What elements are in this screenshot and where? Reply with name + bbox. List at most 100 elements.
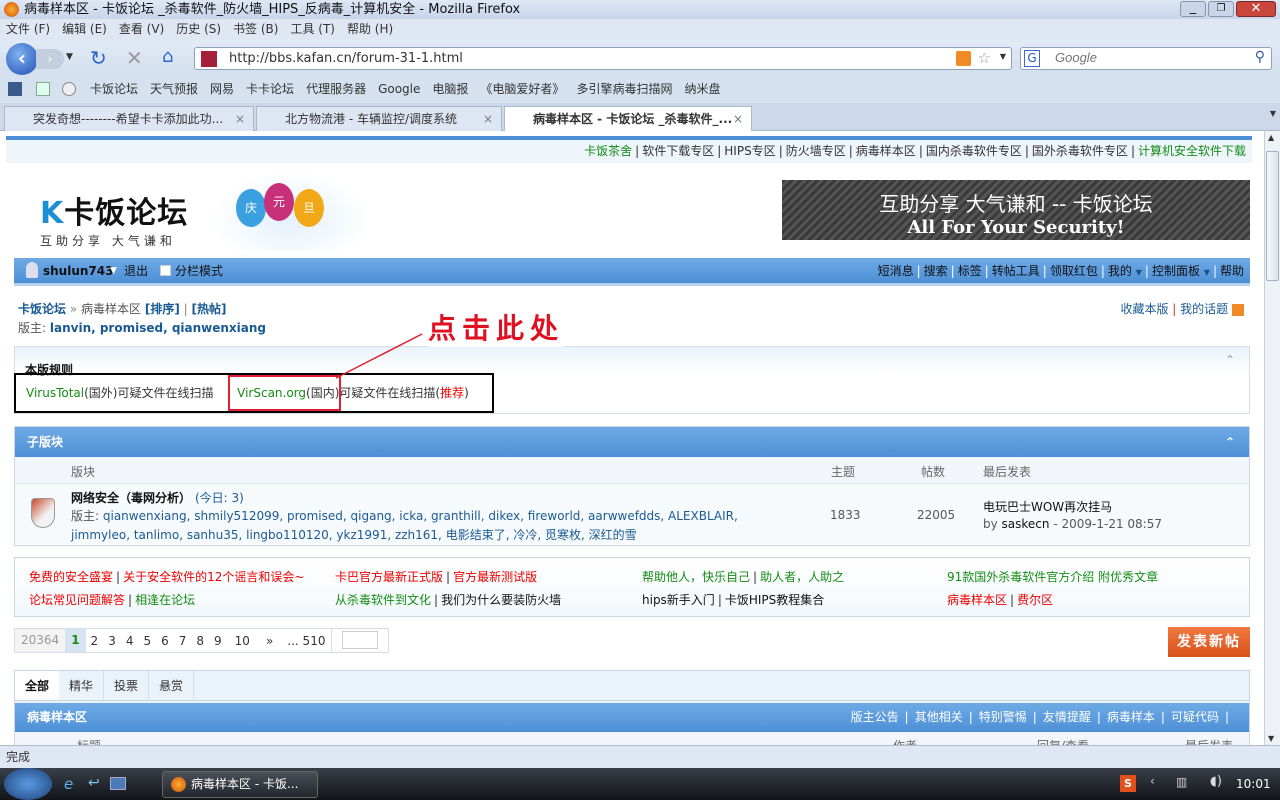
bookmark-google[interactable]: Google [378, 82, 420, 96]
featured-link[interactable]: 相逢在论坛 [135, 593, 195, 607]
volume-icon[interactable]: ◖) [1210, 774, 1222, 789]
last-post-user[interactable]: saskecn [1002, 517, 1050, 531]
vertical-scrollbar[interactable]: ▲ ▼ [1264, 131, 1280, 745]
bookmark-weather[interactable]: 天气预报 [150, 82, 198, 96]
menu-edit[interactable]: 编辑 (E) [62, 22, 107, 36]
page-link[interactable]: 3 [103, 634, 121, 648]
featured-link[interactable]: hips新手入门 [642, 593, 715, 607]
bookmark-cfan[interactable]: 《电脑爱好者》 [480, 82, 564, 96]
history-dropdown-icon[interactable]: ▼ [66, 52, 73, 62]
page-link[interactable]: 7 [174, 634, 192, 648]
user-dropdown-icon[interactable]: ▼ [110, 258, 117, 284]
page-link[interactable]: 6 [156, 634, 174, 648]
split-mode-label[interactable]: 分栏模式 [175, 258, 223, 284]
rss-icon[interactable] [956, 51, 971, 66]
link-control-panel[interactable]: 控制面板 [1152, 264, 1200, 278]
featured-link[interactable]: 从杀毒软件到文化 [335, 593, 431, 607]
control-panel-dropdown-icon[interactable]: ▼ [1204, 268, 1210, 277]
close-tab-icon[interactable]: × [733, 107, 743, 131]
featured-link[interactable]: 助人者，人助之 [760, 570, 844, 584]
bookmark-cpcw[interactable]: 电脑报 [432, 82, 468, 96]
filter-link[interactable]: 友情提醒 [1043, 710, 1091, 724]
topnav-link[interactable]: 软件下载专区 [642, 144, 714, 158]
banner-ad[interactable]: 互助分享 大气谦和 -- 卡饭论坛 All For Your Security! [782, 180, 1250, 240]
subforum-link[interactable]: 网络安全（毒网分析） [71, 489, 191, 506]
menu-help[interactable]: 帮助 (H) [347, 22, 393, 36]
filter-link[interactable]: 可疑代码 [1171, 710, 1219, 724]
url-text[interactable]: http://bbs.kafan.cn/forum-31-1.html [229, 51, 463, 66]
topnav-link[interactable]: 病毒样本区 [856, 144, 916, 158]
tray-expand-icon[interactable]: ‹ [1150, 774, 1155, 788]
link-tags[interactable]: 标签 [958, 264, 982, 278]
bookmark-namipan[interactable]: 纳米盘 [684, 82, 720, 96]
sogou-ime-icon[interactable]: S [1120, 775, 1136, 792]
mine-dropdown-icon[interactable]: ▼ [1136, 268, 1142, 277]
new-post-button[interactable]: 发表新帖 [1168, 627, 1250, 657]
tab-list-icon[interactable]: ▼ [1270, 109, 1276, 118]
bookmark-proxy[interactable]: 代理服务器 [306, 82, 366, 96]
next-page-link[interactable]: » [258, 634, 281, 648]
google-engine-icon[interactable]: G [1024, 50, 1040, 67]
filter-link[interactable]: 版主公告 [851, 710, 899, 724]
collapse-icon[interactable]: ⌃ [1225, 353, 1235, 367]
featured-link[interactable]: 卡饭HIPS教程集合 [725, 593, 824, 607]
tab-poll[interactable]: 投票 [104, 671, 150, 700]
scrollbar-thumb[interactable] [1266, 151, 1279, 281]
featured-link[interactable]: 免费的安全盛宴 [29, 570, 113, 584]
filter-link[interactable]: 特别警惕 [979, 710, 1027, 724]
stop-icon[interactable]: ✕ [126, 46, 143, 70]
featured-link[interactable]: 我们为什么要装防火墙 [441, 593, 561, 607]
bookmark-netease[interactable]: 网易 [210, 82, 234, 96]
history-icon[interactable] [62, 82, 76, 96]
menu-tools[interactable]: 工具 (T) [290, 22, 335, 36]
url-dropdown-icon[interactable]: ▼ [1000, 52, 1006, 61]
scroll-up-icon[interactable]: ▲ [1268, 133, 1274, 142]
topnav-link[interactable]: 卡饭茶舍 [584, 144, 632, 158]
topnav-link[interactable]: 国外杀毒软件专区 [1032, 144, 1128, 158]
tab-all[interactable]: 全部 [15, 671, 60, 700]
scroll-down-icon[interactable]: ▼ [1268, 734, 1274, 743]
close-window-button[interactable]: ✕ [1236, 1, 1276, 17]
url-bar[interactable]: http://bbs.kafan.cn/forum-31-1.html ☆ ▼ [194, 47, 1012, 70]
page-link[interactable]: 4 [121, 634, 139, 648]
subforum-moderators[interactable]: qianwenxiang, shmily512099, promised, qi… [71, 509, 738, 542]
featured-link[interactable]: 关于安全软件的12个谣言和误会~ [123, 570, 304, 584]
featured-link[interactable]: 论坛常见问题解答 [29, 593, 125, 607]
search-bar[interactable]: G ⚲ [1020, 47, 1272, 70]
minimize-button[interactable]: _ [1180, 1, 1206, 17]
reload-icon[interactable]: ↻ [90, 46, 107, 70]
close-tab-icon[interactable]: × [483, 107, 493, 131]
topnav-link[interactable]: 国内杀毒软件专区 [926, 144, 1022, 158]
page-link[interactable]: 10 [227, 634, 258, 648]
moderator-links[interactable]: lanvin, promised, qianwenxiang [50, 321, 266, 335]
tab-virus-samples[interactable]: 病毒样本区 - 卡饭论坛 _杀毒软件_... × [504, 106, 752, 131]
switch-windows-icon[interactable] [110, 777, 126, 790]
collapse-icon[interactable]: ⌃ [1225, 427, 1235, 457]
restore-button[interactable]: ❐ [1208, 1, 1234, 17]
topnav-link[interactable]: 防火墙专区 [786, 144, 846, 158]
sort-link[interactable]: [排序] [145, 302, 180, 316]
username[interactable]: shulun743 [43, 258, 113, 284]
network-icon[interactable]: ▥ [1176, 775, 1187, 789]
tab-suggestion[interactable]: 突发奇想--------希望卡卡添加此功... × [4, 106, 254, 131]
forum-logo[interactable]: K卡饭论坛 互助分享 大气谦和 [40, 188, 188, 249]
favorite-forum-link[interactable]: 收藏本版 [1120, 302, 1168, 316]
tab-digest[interactable]: 精华 [59, 671, 105, 700]
featured-link[interactable]: 费尔区 [1017, 593, 1053, 607]
menu-file[interactable]: 文件 (F) [6, 22, 50, 36]
bookmark-star-icon[interactable]: ☆ [978, 49, 991, 67]
clock[interactable]: 10:01 [1236, 777, 1271, 791]
page-jump-input[interactable] [342, 630, 379, 649]
add-bookmark-icon[interactable] [36, 82, 50, 96]
link-repost-tool[interactable]: 转帖工具 [992, 264, 1040, 278]
link-search[interactable]: 搜索 [924, 264, 948, 278]
featured-link[interactable]: 帮助他人，快乐自己 [642, 570, 750, 584]
link-messages[interactable]: 短消息 [878, 264, 914, 278]
topnav-link[interactable]: 计算机安全软件下载 [1138, 144, 1246, 158]
logout-link[interactable]: 退出 [124, 258, 148, 284]
hot-link[interactable]: [热帖] [192, 302, 227, 316]
link-red-packet[interactable]: 领取红包 [1050, 264, 1098, 278]
featured-link[interactable]: 病毒样本区 [947, 593, 1007, 607]
filter-link[interactable]: 病毒样本 [1107, 710, 1155, 724]
show-desktop-icon[interactable]: ↩ [88, 775, 100, 791]
